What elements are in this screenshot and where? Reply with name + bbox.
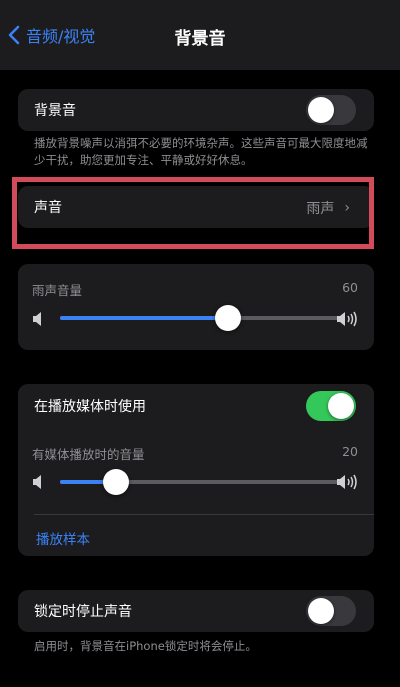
media-volume-label: 有媒体播放时的音量 — [32, 447, 145, 462]
page-title: 背景音 — [174, 29, 226, 49]
media-label: 在播放媒体时使用 — [34, 399, 146, 415]
sound-value: 雨声 — [306, 201, 335, 217]
volume-low-icon — [33, 475, 41, 489]
lock-card: 锁定时停止声音 — [18, 590, 374, 632]
media-card: 在播放媒体时使用 有媒体播放时的音量 20 播放样本 — [18, 384, 374, 556]
volume-low-icon — [33, 312, 41, 326]
volume-value: 60 — [342, 280, 358, 295]
navigation-bar: 音频/视觉 背景音 — [0, 0, 400, 70]
toggle-knob — [308, 97, 334, 123]
play-sample-link[interactable]: 播放样本 — [36, 528, 90, 548]
volume-high-icon — [337, 474, 357, 490]
background-sounds-toggle[interactable] — [306, 95, 356, 125]
toggle-knob — [328, 393, 354, 419]
volume-high-icon — [337, 311, 357, 327]
divider — [34, 514, 374, 515]
slider-fill — [60, 316, 228, 320]
media-toggle[interactable] — [306, 391, 356, 421]
lock-toggle[interactable] — [306, 596, 356, 626]
volume-card: 雨声音量 60 — [18, 264, 374, 350]
lock-label: 锁定时停止声音 — [34, 604, 132, 620]
slider-thumb[interactable] — [215, 305, 241, 331]
background-sounds-card: 背景音 — [18, 89, 374, 131]
sound-card[interactable]: 声音 雨声 › — [18, 186, 374, 228]
volume-label: 雨声音量 — [32, 283, 83, 298]
chevron-right-icon: › — [344, 200, 350, 216]
slider-thumb[interactable] — [103, 469, 129, 495]
sound-value-group: 雨声 › — [306, 198, 350, 218]
background-sounds-label: 背景音 — [34, 103, 76, 119]
background-sounds-footnote: 播放背景噪声以消弭不必要的环境杂声。这些声音可最大限度地减少干扰，助您更加专注、… — [34, 136, 368, 167]
media-volume-slider[interactable] — [60, 468, 340, 496]
volume-slider[interactable] — [60, 304, 340, 332]
toggle-knob — [308, 598, 334, 624]
sound-label: 声音 — [34, 200, 62, 216]
lock-footnote: 启用时，背景音在iPhone锁定时将会停止。 — [34, 639, 257, 653]
media-volume-value: 20 — [342, 444, 358, 459]
